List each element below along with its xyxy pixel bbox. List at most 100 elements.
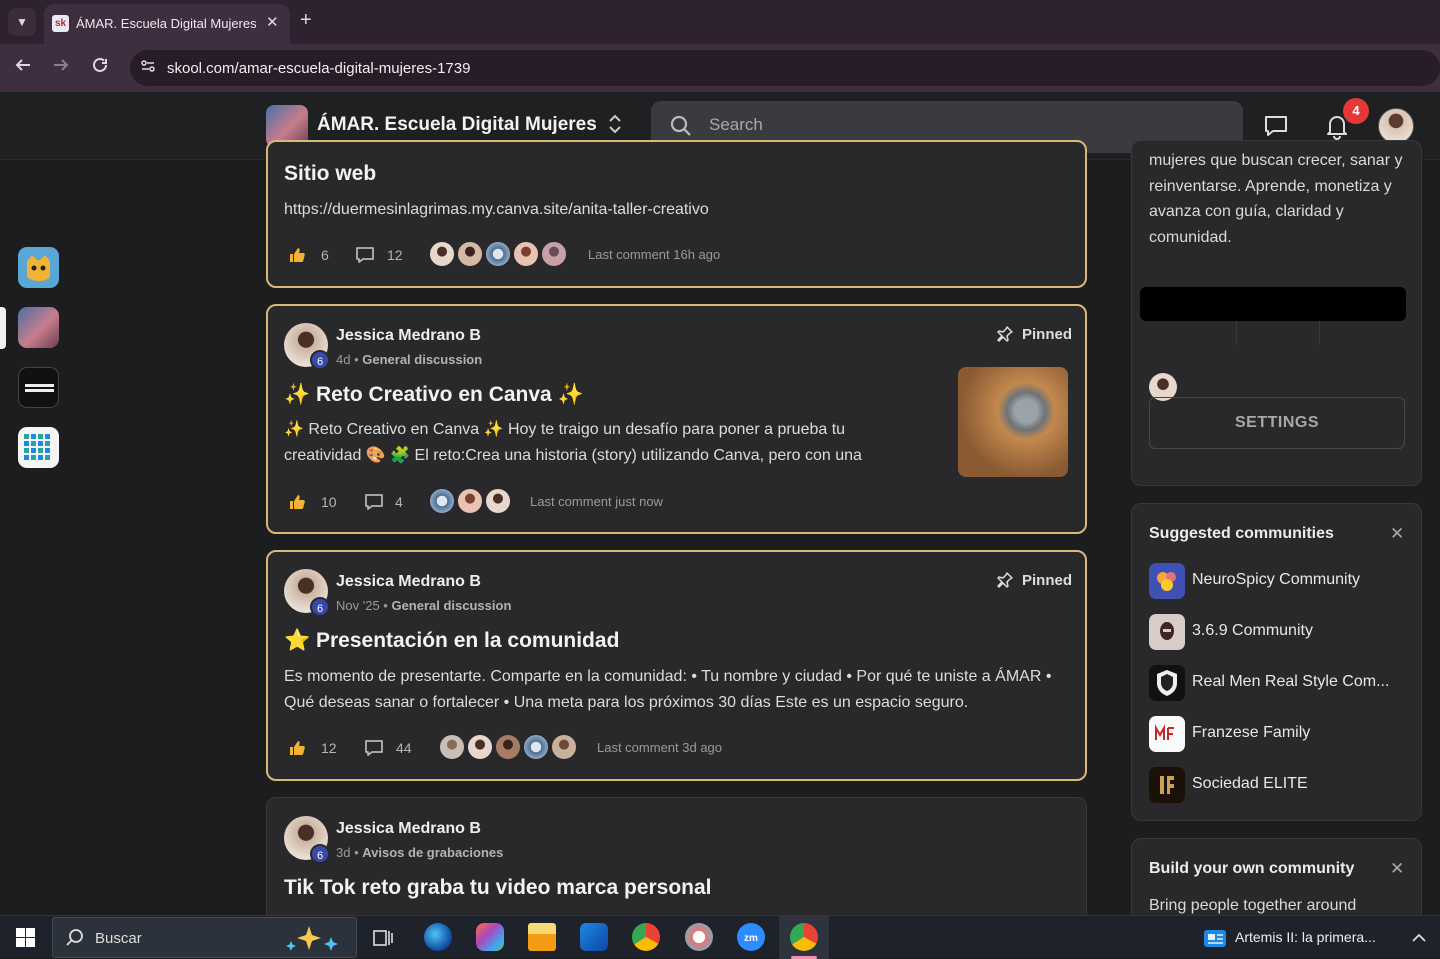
build-community-text: Bring people together around [1149, 897, 1357, 914]
rail-group-grid-logo[interactable] [18, 427, 59, 468]
task-view-icon[interactable] [373, 929, 393, 947]
search-icon [66, 929, 83, 946]
group-description: mujeres que buscan crecer, sanar y reinv… [1149, 152, 1403, 246]
post-author[interactable]: Jessica Medrano B [336, 327, 481, 345]
file-explorer-icon[interactable] [528, 923, 556, 951]
sparkles-icon [286, 926, 338, 951]
back-arrow-icon[interactable] [14, 56, 32, 79]
chrome-profile-icon[interactable] [790, 923, 818, 951]
community-item[interactable]: NeuroSpicy Community [1149, 563, 1409, 599]
post-title[interactable]: ✨ Reto Creativo en Canva ✨ [284, 383, 584, 407]
community-item[interactable]: Franzese Family [1149, 716, 1409, 752]
zoom-icon[interactable]: zm [737, 923, 765, 951]
taskbar-search-text: Buscar [95, 930, 142, 947]
commenter-avatar[interactable] [438, 733, 466, 761]
like-thumb-icon[interactable] [288, 493, 306, 511]
last-comment-time: Last comment 3d ago [597, 740, 723, 755]
commenter-avatar[interactable] [522, 733, 550, 761]
post-card[interactable]: 6 Jessica Medrano B 4d • General discuss… [266, 304, 1087, 534]
mail-outlook-icon[interactable] [580, 923, 608, 951]
community-item[interactable]: 3.6.9 Community [1149, 614, 1409, 650]
post-meta: 4d • General discussion [336, 352, 483, 367]
browser-toolbar: skool.com/amar-escuela-digital-mujeres-1… [0, 44, 1440, 92]
rail-group-club-sinergetico-logo[interactable] [18, 367, 59, 408]
post-category[interactable]: Avisos de grabaciones [362, 845, 503, 860]
post-body: ✨ Reto Creativo en Canva ✨ Hoy te traigo… [284, 421, 862, 464]
commenter-avatar[interactable] [550, 733, 578, 761]
commenter-avatar[interactable] [456, 240, 484, 268]
commenter-avatar[interactable] [428, 487, 456, 515]
url-text: skool.com/amar-escuela-digital-mujeres-1… [167, 60, 471, 77]
browser-tab[interactable]: sk ÁMAR. Escuela Digital Mujeres ✕ [44, 4, 290, 44]
chat-icon[interactable] [1263, 114, 1289, 138]
commenter-avatar[interactable] [456, 487, 484, 515]
rail-group-cat-logo[interactable] [18, 247, 59, 288]
paint-app-icon[interactable] [685, 923, 713, 951]
copilot-icon[interactable] [476, 923, 504, 951]
settings-button[interactable]: SETTINGS [1149, 397, 1405, 449]
level-badge: 6 [310, 350, 330, 370]
group-switcher-chevron-icon[interactable] [607, 112, 623, 137]
windows-taskbar: Buscar zm Artemis II: la primera... [0, 915, 1440, 959]
rail-group-amar-logo[interactable] [18, 307, 59, 348]
level-badge: 6 [310, 844, 330, 864]
commenter-avatar[interactable] [428, 240, 456, 268]
like-thumb-icon[interactable] [288, 739, 306, 757]
suggested-communities-title: Suggested communities [1149, 525, 1334, 542]
post-card[interactable]: 6 Jessica Medrano B Nov '25 • General di… [266, 550, 1087, 781]
reload-icon[interactable] [91, 56, 109, 79]
like-thumb-icon[interactable] [288, 246, 306, 264]
news-widget-icon[interactable] [1203, 927, 1227, 949]
community-item[interactable]: Real Men Real Style Com... [1149, 665, 1409, 701]
community-name: Franzese Family [1192, 724, 1311, 741]
comment-bubble-icon[interactable] [364, 493, 384, 511]
forward-arrow-icon[interactable] [52, 56, 70, 79]
commenter-avatar[interactable] [466, 733, 494, 761]
comment-count: 12 [387, 247, 403, 263]
community-logo [1149, 716, 1185, 752]
community-name: Sociedad ELITE [1192, 775, 1308, 792]
edge-browser-icon[interactable] [424, 923, 452, 951]
post-author[interactable]: Jessica Medrano B [336, 820, 481, 838]
comment-count: 4 [395, 494, 403, 510]
community-logo [1149, 767, 1185, 803]
site-info-icon[interactable] [138, 58, 158, 78]
windows-start-icon[interactable] [16, 928, 35, 947]
post-title[interactable]: Tik Tok reto graba tu video marca person… [284, 876, 712, 900]
post-category[interactable]: General discussion [362, 352, 482, 367]
pin-icon [997, 572, 1013, 588]
community-name: Real Men Real Style Com... [1192, 673, 1390, 690]
pin-icon [997, 326, 1013, 342]
post-card[interactable]: Sitio web https://duermesinlagrimas.my.c… [266, 140, 1087, 288]
commenter-avatar[interactable] [512, 240, 540, 268]
post-title[interactable]: ⭐ Presentación en la comunidad [284, 629, 619, 653]
commenter-avatar[interactable] [484, 487, 512, 515]
community-item[interactable]: Sociedad ELITE [1149, 767, 1409, 803]
search-input[interactable] [709, 115, 1209, 135]
close-icon[interactable]: ✕ [1390, 524, 1404, 544]
tab-close-icon[interactable]: ✕ [266, 13, 279, 31]
post-card[interactable]: 6 Jessica Medrano B 3d • Avisos de graba… [266, 797, 1087, 927]
community-logo [1149, 665, 1185, 701]
post-author[interactable]: Jessica Medrano B [336, 573, 481, 591]
comment-count: 44 [396, 740, 412, 756]
new-tab-plus-icon[interactable]: + [300, 9, 312, 32]
comment-bubble-icon[interactable] [364, 739, 384, 757]
chevron-up-icon[interactable] [1411, 931, 1427, 943]
user-avatar[interactable] [1378, 108, 1414, 144]
chrome-icon[interactable] [632, 923, 660, 951]
address-bar[interactable]: skool.com/amar-escuela-digital-mujeres-1… [130, 50, 1440, 86]
taskbar-search-box[interactable]: Buscar [52, 917, 357, 958]
post-thumbnail-image[interactable] [958, 367, 1068, 477]
news-headline-text[interactable]: Artemis II: la primera... [1235, 929, 1376, 945]
group-name[interactable]: ÁMAR. Escuela Digital Mujeres [317, 114, 597, 136]
close-icon[interactable]: ✕ [1390, 859, 1404, 879]
tab-search-chevron-icon[interactable]: ▼ [8, 8, 36, 36]
commenter-avatar[interactable] [540, 240, 568, 268]
post-title[interactable]: Sitio web [284, 162, 376, 186]
commenter-avatar[interactable] [494, 733, 522, 761]
post-category[interactable]: General discussion [391, 598, 511, 613]
commenter-avatar[interactable] [484, 240, 512, 268]
comment-bubble-icon[interactable] [355, 246, 375, 264]
like-count: 6 [321, 247, 329, 263]
